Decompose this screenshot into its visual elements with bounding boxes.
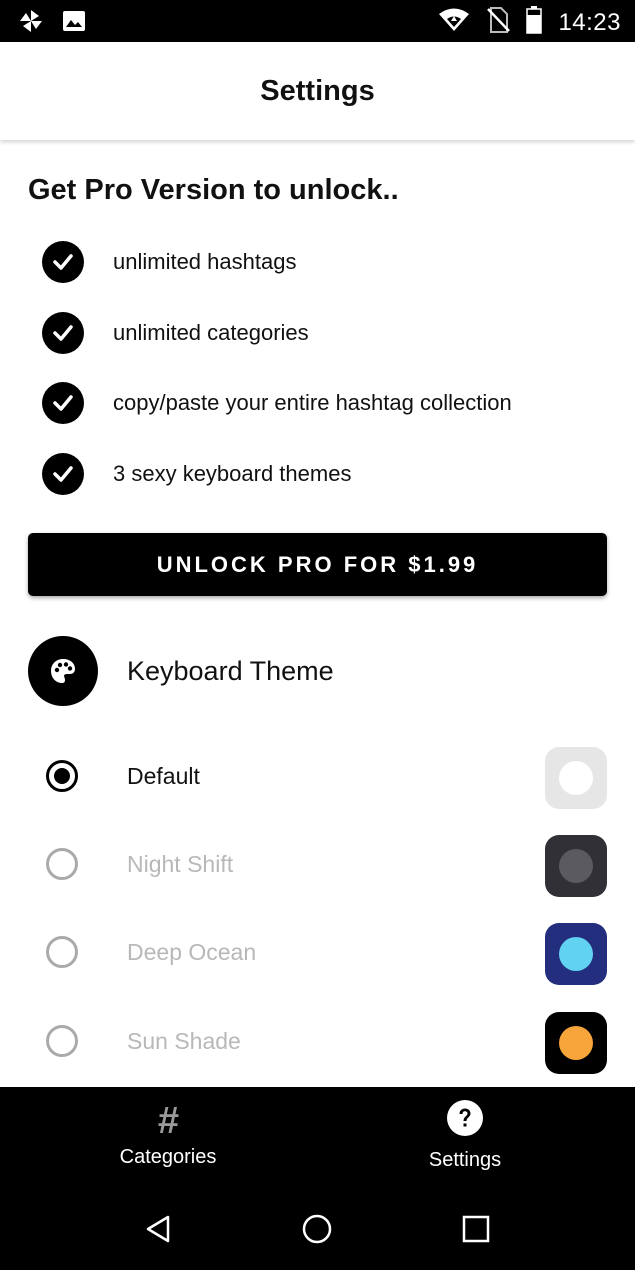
radio-selected[interactable] [46,760,78,792]
status-time: 14:23 [558,8,621,36]
recents-icon[interactable] [456,1209,496,1249]
check-icon [42,312,84,354]
pinwheel-icon [18,8,44,39]
feature-label: copy/paste your entire hashtag collectio… [113,390,512,415]
theme-swatch [545,923,607,985]
radio-unselected[interactable] [46,848,78,880]
page-title: Settings [260,74,375,107]
theme-swatch [545,1012,607,1074]
keyboard-theme-label: Keyboard Theme [127,655,334,686]
system-nav-bar [0,1185,635,1270]
hashtag-icon: # [157,1099,179,1142]
swatch-dot [559,761,593,795]
feature-item: unlimited categories [42,312,309,354]
keyboard-theme-header: Keyboard Theme [28,636,334,706]
battery-icon [526,6,543,39]
theme-option-sun-shade[interactable]: Sun Shade [0,1012,635,1074]
check-icon [42,382,84,424]
theme-swatch [545,835,607,897]
help-icon [447,1100,483,1141]
nav-item-settings[interactable]: Settings [315,1087,615,1185]
theme-label: Night Shift [127,851,234,877]
check-icon [42,453,84,495]
feature-item: unlimited hashtags [42,241,296,283]
check-icon [42,241,84,283]
theme-label: Deep Ocean [127,939,257,965]
swatch-dot [559,849,593,883]
feature-item: copy/paste your entire hashtag collectio… [42,382,512,424]
wifi-icon [438,7,470,38]
nav-label: Settings [428,1149,502,1171]
unlock-pro-button[interactable]: UNLOCK PRO FOR $1.99 [28,533,607,596]
promo-heading: Get Pro Version to unlock.. [28,174,399,206]
status-bar: 14:23 [0,0,635,42]
swatch-dot [559,937,593,971]
theme-swatch [545,747,607,809]
feature-label: 3 sexy keyboard themes [113,461,352,486]
radio-unselected[interactable] [46,1025,78,1057]
app-bar: Settings [0,42,635,140]
feature-label: unlimited hashtags [113,249,297,274]
theme-option-default[interactable]: Default [0,747,635,809]
nav-item-categories[interactable]: # Categories [18,1087,318,1185]
bottom-nav: # Categories Settings [0,1087,635,1185]
home-icon[interactable] [297,1209,337,1249]
no-sim-icon [486,7,511,38]
swatch-dot [559,1026,593,1060]
feature-label: unlimited categories [113,320,309,345]
feature-item: 3 sexy keyboard themes [42,453,351,495]
theme-option-deep-ocean[interactable]: Deep Ocean [0,923,635,985]
radio-unselected[interactable] [46,936,78,968]
nav-label: Categories [119,1145,217,1168]
theme-label: Default [127,763,200,789]
theme-label: Sun Shade [127,1028,241,1054]
palette-icon [28,636,98,706]
theme-option-night-shift[interactable]: Night Shift [0,835,635,897]
back-icon[interactable] [138,1209,178,1249]
image-icon [62,9,86,38]
